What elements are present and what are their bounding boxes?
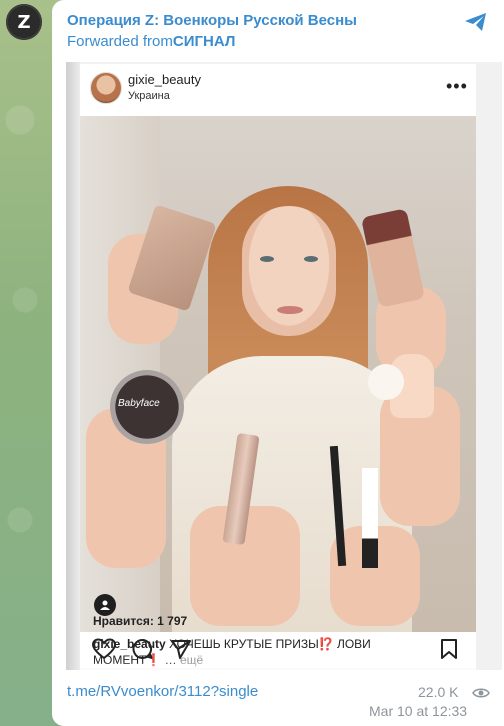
instagram-post-image[interactable]: gixie_beauty Украина ••• Babyface [80,64,476,668]
photo-eye-right [304,256,318,262]
eye-icon [472,688,490,698]
channel-title[interactable]: Операция Z: Военкоры Русской Весны [67,12,357,29]
channel-avatar-letter: Z [17,11,31,33]
photo-lips [277,306,303,314]
post-header: gixie_beauty Украина ••• [80,64,476,114]
caption-username: gixie_beauty [93,637,166,651]
profile-avatar [90,72,122,104]
view-count: 22.0 K [418,684,459,700]
photo-product-puff [368,364,404,400]
share-icon[interactable] [463,10,489,34]
forwarded-source[interactable]: СИГНАЛ [173,33,236,50]
forwarded-prefix: Forwarded from [67,33,173,50]
post-photo: Babyface [80,116,476,632]
post-location: Украина [128,90,170,102]
product-label-babyface: Babyface [118,398,160,409]
message-timestamp: Mar 10 at 12:33 [369,703,468,719]
caption-fade [80,662,476,672]
tagged-user-icon [94,594,116,616]
photo-product-mascara [362,468,378,568]
photo-face [242,206,336,336]
forwarded-from[interactable]: Forwarded fromСИГНАЛ [67,33,235,50]
likes-count: Нравится: 1 797 [93,614,188,628]
channel-avatar[interactable]: Z [6,4,42,40]
message-link[interactable]: t.me/RVvoenkor/3112?single [67,683,258,700]
photo-product-powder: Babyface [110,370,184,444]
post-username: gixie_beauty [128,72,201,87]
bookmark-icon [441,639,457,659]
more-dots-icon: ••• [446,76,468,96]
photo-product-bottle [360,208,426,308]
photo-eye-left [260,256,274,262]
